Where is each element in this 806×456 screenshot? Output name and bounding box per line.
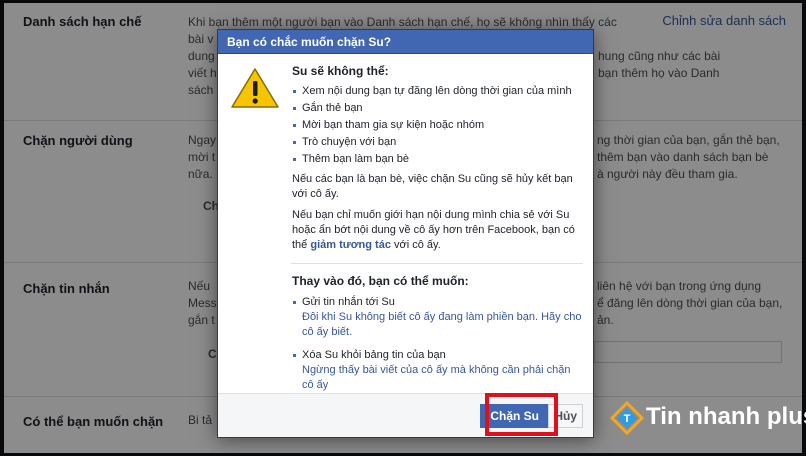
brand-name: Tin nhanh plus	[646, 403, 806, 430]
remove-from-feed-option[interactable]: Xóa Su khỏi bảng tin của bạn Ngừng thấy …	[292, 348, 582, 393]
list-item: Trò chuyện với bạn	[292, 134, 582, 151]
divider	[291, 263, 583, 264]
list-item: Thêm bạn làm bạn bè	[292, 151, 582, 168]
tin-nhanh-plus-logo-icon: T	[610, 401, 644, 436]
limit-note: Nếu bạn chỉ muốn giới hạn nội dung mình …	[292, 208, 582, 253]
block-confirm-dialog: Bạn có chắc muốn chặn Su? Su sẽ không th…	[217, 29, 594, 438]
highlight-frame	[485, 393, 558, 436]
alternatives-list: Gửi tin nhắn tới Su Đôi khi Su không biế…	[292, 295, 582, 393]
restrictions-list: Xem nội dung bạn tự đăng lên dòng thời g…	[292, 83, 582, 168]
alt-desc[interactable]: Ngừng thấy bài viết của cô ấy mà không c…	[302, 363, 582, 393]
alt-title: Gửi tin nhắn tới Su	[302, 296, 395, 308]
limit-note-suffix: với cô ấy.	[390, 239, 441, 251]
list-item: Xem nội dung bạn tự đăng lên dòng thời g…	[292, 83, 582, 100]
dialog-body: Su sẽ không thể: Xem nội dung bạn tự đăn…	[291, 64, 583, 401]
dialog-title: Bạn có chắc muốn chặn Su?	[218, 30, 593, 54]
warning-triangle-icon	[231, 68, 279, 108]
list-item: Gắn thẻ bạn	[292, 100, 582, 117]
alt-desc[interactable]: Đôi khi Su không biết cô ấy đang làm phi…	[302, 310, 582, 340]
alternatives-heading: Thay vào đó, bạn có thể muốn:	[292, 274, 469, 288]
alt-title: Xóa Su khỏi bảng tin của bạn	[302, 349, 446, 361]
unfriend-note: Nếu các bạn là bạn bè, việc chặn Su cũng…	[292, 173, 573, 200]
send-message-option[interactable]: Gửi tin nhắn tới Su Đôi khi Su không biế…	[292, 295, 582, 340]
reduce-interaction-link[interactable]: giảm tương tác	[310, 239, 391, 251]
tin-nhanh-plus-logo: T Tin nhanh plus	[610, 399, 806, 439]
restrictions-heading: Su sẽ không thể:	[292, 64, 389, 78]
list-item: Mời bạn tham gia sự kiện hoặc nhóm	[292, 117, 582, 134]
svg-text:T: T	[624, 413, 631, 425]
